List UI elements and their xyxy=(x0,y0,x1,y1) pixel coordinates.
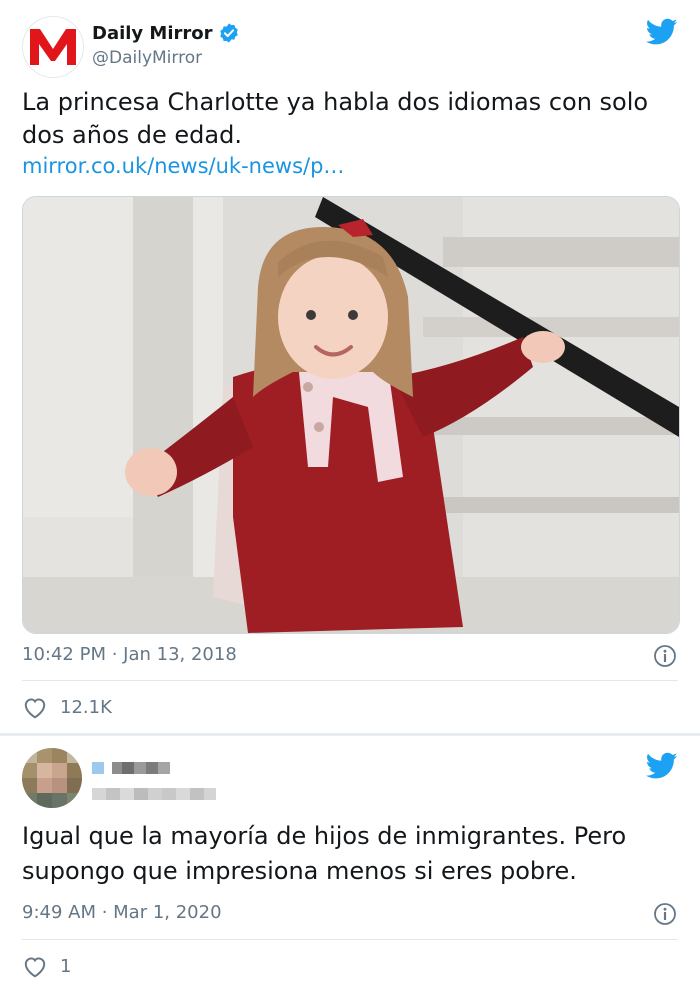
author-name[interactable]: Daily Mirror xyxy=(92,23,213,44)
tweet-card-reply: Igual que la mayoría de hijos de inmigra… xyxy=(0,736,700,993)
like-action[interactable]: 12.1K xyxy=(22,695,112,719)
twitter-bird-icon[interactable] xyxy=(646,18,678,46)
tweet-text-line-1: La princesa Charlotte ya habla dos idiom… xyxy=(22,88,649,116)
tweet-timestamp[interactable]: 10:42 PM · Jan 13, 2018 xyxy=(22,644,237,665)
pixelated-name[interactable] xyxy=(92,760,182,778)
tweet-text-line-2: dos años de edad. xyxy=(22,121,242,149)
info-icon[interactable] xyxy=(653,902,677,926)
divider xyxy=(22,939,678,940)
article-link[interactable]: mirror.co.uk/news/uk-news/p… xyxy=(22,154,344,178)
like-count: 1 xyxy=(60,955,72,977)
divider xyxy=(22,680,678,681)
avatar[interactable] xyxy=(22,16,84,78)
like-action[interactable]: 1 xyxy=(22,954,71,978)
twitter-bird-icon[interactable] xyxy=(646,752,678,780)
author-name-row[interactable]: Daily Mirror xyxy=(92,22,240,44)
avatar[interactable] xyxy=(22,748,82,808)
tweet-text-line-1: Igual que la mayoría de hijos de inmigra… xyxy=(22,822,627,850)
daily-mirror-logo-icon xyxy=(23,17,83,77)
heart-icon[interactable] xyxy=(22,954,48,978)
pixelated-handle[interactable] xyxy=(92,786,222,804)
tweet-text-line-2: supongo que impresiona menos si eres pob… xyxy=(22,857,577,885)
verified-badge-icon xyxy=(219,23,238,43)
tweet-card-dailymirror: Daily Mirror @DailyMirror La princesa Ch… xyxy=(0,0,700,734)
author-handle[interactable]: @DailyMirror xyxy=(92,48,202,68)
info-icon[interactable] xyxy=(653,644,677,668)
tweet-photo[interactable] xyxy=(22,196,680,634)
tweet-timestamp[interactable]: 9:49 AM · Mar 1, 2020 xyxy=(22,902,222,923)
pixelated-avatar-icon xyxy=(22,748,82,808)
heart-icon[interactable] xyxy=(22,695,48,719)
photo-princess-charlotte xyxy=(23,197,679,633)
like-count: 12.1K xyxy=(60,696,112,718)
